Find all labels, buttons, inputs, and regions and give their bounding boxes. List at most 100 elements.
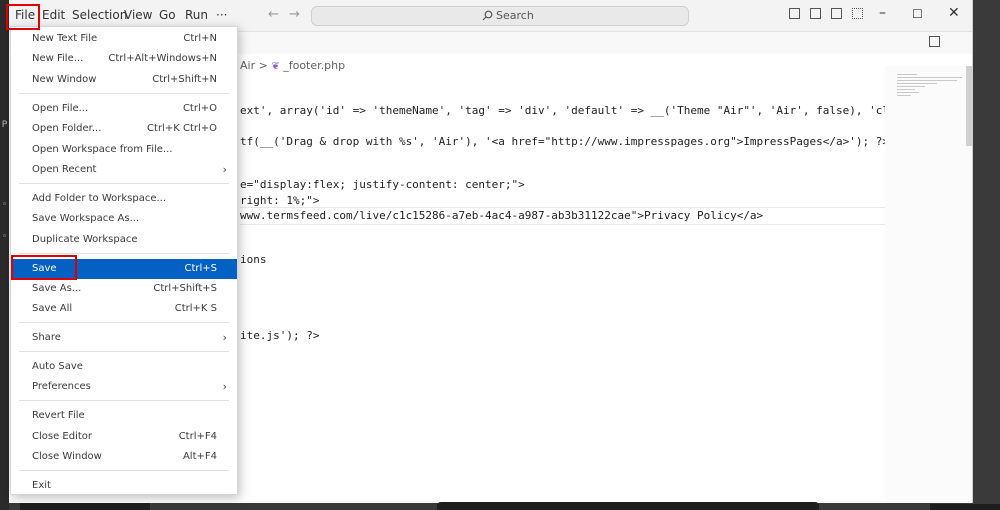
- menu-edit[interactable]: Edit: [42, 8, 65, 22]
- save-highlight-box: [11, 255, 77, 280]
- menu-item-auto-save[interactable]: Auto Save: [11, 357, 237, 377]
- breadcrumb-folder[interactable]: Air: [240, 59, 255, 72]
- menu-item-open-folder[interactable]: Open Folder... Ctrl+K Ctrl+O: [11, 119, 237, 139]
- command-center-search[interactable]: Search: [311, 6, 689, 26]
- toggle-secondary-sidebar-icon[interactable]: [831, 8, 842, 19]
- menu-item-label: Save Workspace As...: [32, 213, 140, 224]
- menu-item-close-editor[interactable]: Close Editor Ctrl+F4: [11, 427, 237, 447]
- menu-item-shortcut: Ctrl+K S: [174, 303, 217, 314]
- menu-item-shortcut: Ctrl+K Ctrl+O: [147, 123, 217, 134]
- menu-separator: [19, 253, 229, 254]
- menu-item-label: Auto Save: [32, 361, 83, 372]
- submenu-chevron-icon: ›: [222, 331, 227, 344]
- menu-item-label: Open Workspace from File...: [32, 144, 173, 155]
- vertical-scrollbar[interactable]: [966, 66, 972, 146]
- file-menu-highlight-box: [6, 4, 40, 30]
- menu-item-label: New File...: [32, 53, 84, 64]
- menu-item-shortcut: Alt+F4: [182, 451, 217, 462]
- menu-item-duplicate-workspace[interactable]: Duplicate Workspace: [11, 230, 237, 250]
- menu-run[interactable]: Run: [185, 8, 208, 22]
- menu-item-label: New Text File: [32, 33, 98, 44]
- code-line[interactable]: ions: [240, 253, 267, 266]
- strip-icon: ◦: [1, 232, 8, 242]
- forward-arrow-icon[interactable]: →: [289, 7, 300, 22]
- minimize-icon[interactable]: –: [879, 5, 886, 21]
- code-line[interactable]: ext', array('id' => 'themeName', 'tag' =…: [240, 104, 949, 117]
- split-editor-icon[interactable]: [929, 36, 940, 47]
- minimap-line: [897, 86, 925, 87]
- minimap[interactable]: [885, 66, 972, 503]
- menu-item-share[interactable]: Share ›: [11, 328, 237, 348]
- menu-item-add-folder-to-workspace[interactable]: Add Folder to Workspace...: [11, 189, 237, 209]
- submenu-chevron-icon: ›: [222, 380, 227, 393]
- menu-selection[interactable]: Selection: [72, 8, 127, 22]
- customize-layout-icon[interactable]: [852, 8, 863, 19]
- search-icon: [482, 10, 493, 21]
- code-line[interactable]: ite.js'); ?>: [240, 329, 319, 342]
- minimap-line: [897, 74, 917, 75]
- menu-item-new-window[interactable]: New Window Ctrl+Shift+N: [11, 70, 237, 90]
- menu-separator: [19, 322, 229, 323]
- back-arrow-icon[interactable]: ←: [268, 7, 279, 22]
- maximize-icon[interactable]: ☐: [912, 7, 923, 21]
- menu-view[interactable]: View: [124, 8, 152, 22]
- menu-item-open-workspace-from-file[interactable]: Open Workspace from File...: [11, 140, 237, 160]
- menu-item-label: Close Editor: [32, 431, 93, 442]
- menu-item-shortcut: Ctrl+F4: [178, 431, 217, 442]
- menu-item-save-all[interactable]: Save All Ctrl+K S: [11, 299, 237, 319]
- menu-item-shortcut: Ctrl+Shift+S: [153, 283, 217, 294]
- minimap-line: [897, 95, 911, 96]
- toggle-panel-icon[interactable]: [810, 8, 821, 19]
- minimap-line: [897, 80, 957, 81]
- menu-item-new-text-file[interactable]: New Text File Ctrl+N: [11, 29, 237, 49]
- menu-item-shortcut: Ctrl+S: [184, 263, 217, 274]
- menu-separator: [19, 351, 229, 352]
- menu-item-revert-file[interactable]: Revert File: [11, 406, 237, 426]
- menu-item-label: Share: [32, 332, 61, 343]
- menu-item-label: Open Recent: [32, 164, 97, 175]
- code-line[interactable]: tf(__('Drag & drop with %s', 'Air'), '<a…: [240, 135, 889, 148]
- strip-icon: ◦: [1, 200, 8, 210]
- menu-separator: [19, 400, 229, 401]
- menu-separator: [19, 183, 229, 184]
- toggle-primary-sidebar-icon[interactable]: [789, 8, 800, 19]
- breadcrumb-file[interactable]: _footer.php: [283, 59, 345, 72]
- menu-item-save-as[interactable]: Save As... Ctrl+Shift+S: [11, 279, 237, 299]
- menu-item-open-file[interactable]: Open File... Ctrl+O: [11, 99, 237, 119]
- menu-item-shortcut: Ctrl+N: [183, 33, 217, 44]
- menu-item-close-window[interactable]: Close Window Alt+F4: [11, 447, 237, 467]
- menu-item-label: Open Folder...: [32, 123, 102, 134]
- menu-item-label: Save As...: [32, 283, 82, 294]
- php-file-icon: ❦: [271, 61, 280, 72]
- menu-item-label: Save All: [32, 303, 73, 314]
- menu-item-save-workspace-as[interactable]: Save Workspace As...: [11, 209, 237, 229]
- code-line[interactable]: right: 1%;">: [240, 194, 319, 207]
- menu-item-preferences[interactable]: Preferences ›: [11, 377, 237, 397]
- submenu-chevron-icon: ›: [222, 163, 227, 176]
- minimap-line: [897, 89, 915, 90]
- menu-item-label: Add Folder to Workspace...: [32, 193, 167, 204]
- menu-separator: [19, 93, 229, 94]
- menu-item-open-recent[interactable]: Open Recent ›: [11, 160, 237, 180]
- code-line[interactable]: e="display:flex; justify-content: center…: [240, 178, 525, 191]
- minimap-line: [897, 77, 962, 78]
- menu-item-label: Exit: [32, 480, 51, 491]
- menu-item-new-file[interactable]: New File... Ctrl+Alt+Windows+N: [11, 49, 237, 69]
- menu-item-shortcut: Ctrl+Shift+N: [152, 74, 217, 85]
- taskbar-fragment: [930, 504, 1000, 510]
- menu-item-label: Revert File: [32, 410, 85, 421]
- close-icon[interactable]: ✕: [948, 5, 960, 21]
- taskbar-fragment: [437, 502, 819, 510]
- menu-item-exit[interactable]: Exit: [11, 476, 237, 496]
- left-desktop-strip: P ◦ ◦: [0, 0, 9, 510]
- menu-item-shortcut: Ctrl+Alt+Windows+N: [108, 53, 217, 64]
- breadcrumb-separator: >: [258, 59, 268, 72]
- search-label: Search: [496, 9, 534, 22]
- menu-item-label: Preferences: [32, 381, 91, 392]
- code-line[interactable]: www.termsfeed.com/live/c1c15286-a7eb-4ac…: [240, 209, 763, 222]
- menu-item-label: New Window: [32, 74, 97, 85]
- minimap-line: [897, 92, 919, 93]
- menu-more[interactable]: ···: [216, 8, 227, 22]
- menu-item-label: Duplicate Workspace: [32, 234, 138, 245]
- menu-go[interactable]: Go: [159, 8, 176, 22]
